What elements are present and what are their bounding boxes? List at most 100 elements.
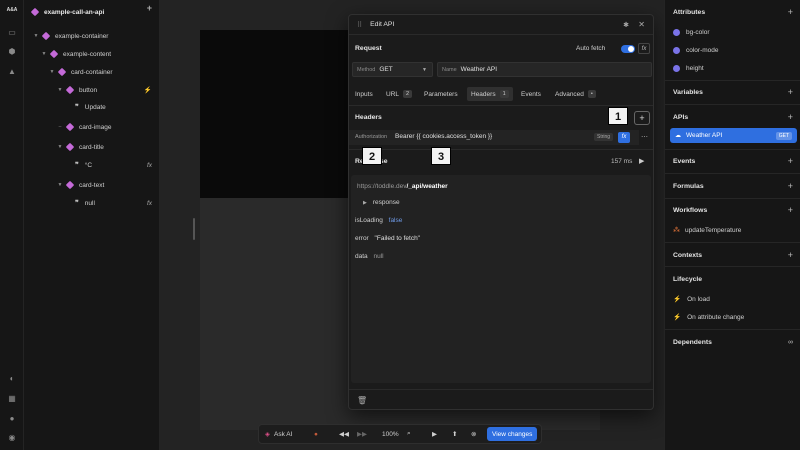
apis-section[interactable]: APIs + xyxy=(673,110,793,124)
package-icon[interactable]: ⬢ xyxy=(7,47,17,57)
component-icon xyxy=(30,7,40,17)
auto-fetch-label: Auto fetch xyxy=(576,45,606,52)
tree-node[interactable]: ▼ card-text xyxy=(24,177,160,193)
dependents-section[interactable]: Dependents ∞ xyxy=(673,335,793,349)
link-icon[interactable]: ∞ xyxy=(788,339,793,346)
undo-icon[interactable]: ◀◀ xyxy=(339,425,349,443)
text-node-icon: ❞ xyxy=(75,200,79,207)
zoom-level[interactable]: 100% xyxy=(382,425,399,443)
add-workflow-icon[interactable]: + xyxy=(788,205,793,215)
caret-icon[interactable]: – xyxy=(56,124,64,130)
events-section[interactable]: Events + xyxy=(673,154,793,168)
bulb-icon[interactable]: ● xyxy=(7,414,17,424)
tab-url[interactable]: URL 2 xyxy=(386,87,413,101)
add-header-button[interactable]: + xyxy=(634,111,650,125)
add-api-icon[interactable]: + xyxy=(788,112,793,122)
attribute-item[interactable]: height xyxy=(673,62,704,74)
logo[interactable]: A&A xyxy=(3,5,21,15)
formula-icon[interactable]: fx xyxy=(147,200,152,207)
ai-icon: ◈ xyxy=(265,431,270,438)
add-context-icon[interactable]: + xyxy=(788,250,793,260)
header-value[interactable]: Bearer {{ cookies.access_token }} xyxy=(395,133,492,140)
warning-icon[interactable]: ▲ xyxy=(7,67,17,77)
tree-node[interactable]: ▼ button ⚡ xyxy=(24,82,160,98)
resize-handle[interactable] xyxy=(193,218,195,240)
more-icon[interactable]: ⋯ xyxy=(641,133,648,141)
method-select[interactable]: Method GET ▼ xyxy=(352,62,433,77)
folder-icon[interactable]: ▭ xyxy=(7,28,17,38)
add-attribute-icon[interactable]: + xyxy=(788,7,793,17)
variables-section[interactable]: Variables + xyxy=(673,85,793,99)
drag-handle-icon[interactable]: ⠿ xyxy=(357,21,362,29)
trash-icon[interactable]: 🗑 xyxy=(357,396,367,405)
close-icon[interactable]: ✕ xyxy=(638,20,645,29)
lifecycle-on-attribute-change[interactable]: ⚡ On attribute change xyxy=(673,311,744,323)
help-icon[interactable]: ◉ xyxy=(7,433,17,443)
caret-down-icon[interactable]: ▼ xyxy=(48,69,56,75)
play-icon[interactable]: ▶ xyxy=(639,157,644,165)
callout-3: 3 xyxy=(431,147,451,165)
tree-node[interactable]: ❞ Update xyxy=(24,99,160,115)
caret-down-icon[interactable]: ▼ xyxy=(56,144,64,150)
error-row: error "Failed to fetch" xyxy=(355,235,420,242)
grid-icon[interactable]: ▦ xyxy=(7,394,17,404)
component-title: example-call-an-api xyxy=(44,8,105,16)
tree-node[interactable]: ▼ card-title xyxy=(24,139,160,155)
caret-down-icon[interactable]: ▼ xyxy=(32,33,40,39)
tree-node[interactable]: ❞ °C fx xyxy=(24,157,160,173)
caret-down-icon[interactable]: ▼ xyxy=(40,51,48,57)
formula-icon[interactable]: fx xyxy=(147,162,152,169)
response-node[interactable]: ▶ response xyxy=(363,199,400,206)
tab-advanced[interactable]: Advanced • xyxy=(555,87,596,101)
name-field[interactable]: Name Weather API xyxy=(437,62,652,77)
text-node-icon: ❞ xyxy=(75,104,79,111)
header-key[interactable]: Authorization xyxy=(355,134,387,140)
attributes-section[interactable]: Attributes + xyxy=(673,5,793,19)
fx-button[interactable]: fx xyxy=(638,43,650,54)
debug-icon[interactable]: ✱ xyxy=(623,21,629,29)
formula-button[interactable]: fx xyxy=(618,132,630,143)
record-icon[interactable]: ● xyxy=(314,425,318,443)
tree-node[interactable]: ▼ example-container xyxy=(24,28,160,44)
zoom-in-icon[interactable]: ⌕ xyxy=(407,425,411,443)
gear-icon xyxy=(673,46,680,54)
add-icon[interactable]: + xyxy=(147,3,152,13)
attribute-item[interactable]: color-mode xyxy=(673,44,719,56)
add-formula-icon[interactable]: + xyxy=(788,181,793,191)
tab-inputs[interactable]: Inputs xyxy=(355,87,373,101)
workflow-item[interactable]: ⁂ updateTemperature xyxy=(673,224,741,236)
add-variable-icon[interactable]: + xyxy=(788,87,793,97)
close-circle-icon[interactable]: ⊗ xyxy=(471,425,476,443)
api-item-weather[interactable]: ☁ Weather API GET xyxy=(670,128,797,143)
formulas-section[interactable]: Formulas + xyxy=(673,179,793,193)
lifecycle-section: Lifecycle xyxy=(673,275,703,283)
callout-1: 1 xyxy=(608,107,628,125)
tree-node[interactable]: ❞ null fx xyxy=(24,195,160,211)
add-event-icon[interactable]: + xyxy=(788,156,793,166)
tab-headers[interactable]: Headers 1 xyxy=(467,87,513,101)
tab-events[interactable]: Events xyxy=(521,87,541,101)
toggle-knob xyxy=(628,46,634,52)
contexts-section[interactable]: Contexts + xyxy=(673,248,793,262)
redo-icon[interactable]: ▶▶ xyxy=(357,425,367,443)
caret-down-icon[interactable]: ▼ xyxy=(56,87,64,93)
view-changes-button[interactable]: View changes xyxy=(487,427,538,441)
caret-down-icon[interactable]: ▼ xyxy=(56,182,64,188)
attribute-item[interactable]: bg-color xyxy=(673,26,709,38)
theme-icon[interactable]: ◐ xyxy=(7,374,17,384)
response-panel: https://toddle.dev/_api/weather ▶ respons… xyxy=(351,175,651,383)
text-node-icon: ❞ xyxy=(75,162,79,169)
tree-node[interactable]: – card-image xyxy=(24,119,160,135)
element-icon xyxy=(65,85,75,95)
ask-ai-button[interactable]: ◈ Ask AI xyxy=(265,425,292,443)
tree-node[interactable]: ▼ example-content xyxy=(24,46,160,62)
lifecycle-on-load[interactable]: ⚡ On load xyxy=(673,293,710,305)
caret-right-icon: ▶ xyxy=(363,200,367,206)
tree-node[interactable]: ▼ card-container xyxy=(24,64,160,80)
workflows-section[interactable]: Workflows + xyxy=(673,203,793,217)
upload-icon[interactable]: ⬆ xyxy=(452,425,457,443)
play-icon[interactable]: ▶ xyxy=(432,425,437,443)
auto-fetch-toggle[interactable] xyxy=(621,45,635,53)
tab-parameters[interactable]: Parameters xyxy=(424,87,458,101)
divider xyxy=(349,389,653,390)
